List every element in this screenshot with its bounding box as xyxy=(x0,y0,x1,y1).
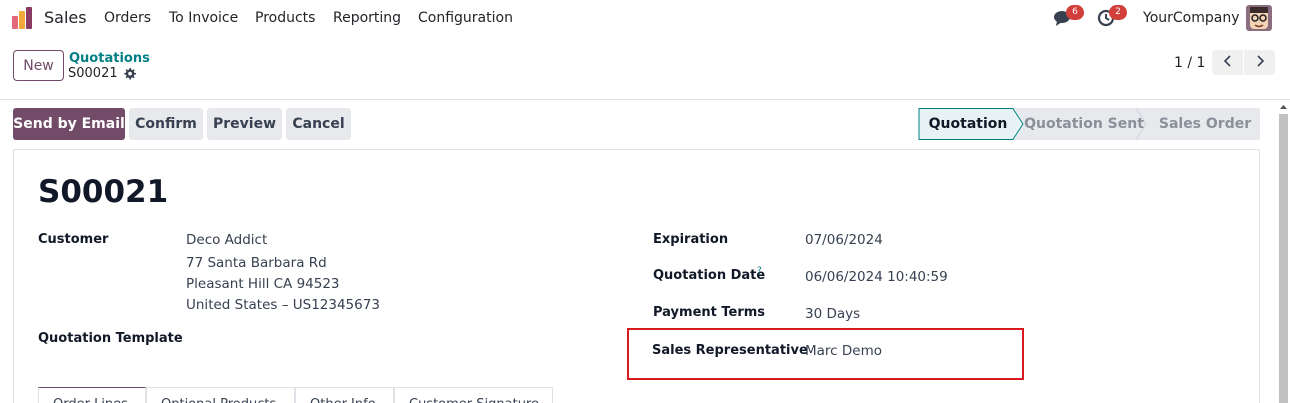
confirm-button[interactable]: Confirm xyxy=(129,108,203,140)
quotation-template-label: Quotation Template xyxy=(38,331,183,346)
document-title: S00021 xyxy=(38,174,169,210)
payment-terms-label: Payment Terms xyxy=(653,305,766,320)
quotation-date-label: Quotation Date xyxy=(653,268,766,283)
customer-label: Customer xyxy=(38,232,109,247)
breadcrumb-current: S00021 xyxy=(68,66,118,81)
customer-city: Pleasant Hill CA 94523 xyxy=(186,276,340,292)
stage-quotation[interactable]: Quotation xyxy=(918,108,1018,140)
tab-order-lines[interactable]: Order Lines xyxy=(38,387,146,403)
top-navbar: Sales Orders To Invoice Products Reporti… xyxy=(0,0,1290,36)
sales-representative-field[interactable]: Marc Demo xyxy=(805,343,882,359)
customer-country: United States – US12345673 xyxy=(186,297,380,313)
stage-quotation-sent[interactable]: Quotation Sent xyxy=(1024,108,1144,140)
sales-representative-label: Sales Representative xyxy=(652,343,808,358)
app-name[interactable]: Sales xyxy=(44,8,87,27)
pager-next-button[interactable] xyxy=(1244,50,1275,75)
customer-name[interactable]: Deco Addict xyxy=(186,232,267,248)
avatar[interactable] xyxy=(1246,5,1272,31)
pager-value[interactable]: 1 / 1 xyxy=(1174,55,1205,71)
activities-count-badge: 2 xyxy=(1109,5,1127,20)
tab-optional-products[interactable]: Optional Products xyxy=(146,387,295,403)
help-tooltip-icon[interactable]: ? xyxy=(757,266,762,276)
send-by-email-button[interactable]: Send by Email xyxy=(13,108,125,140)
preview-button[interactable]: Preview xyxy=(207,108,282,140)
quotation-date-field[interactable]: 06/06/2024 10:40:59 xyxy=(805,269,948,285)
menu-products[interactable]: Products xyxy=(255,10,315,26)
scrollbar-thumb[interactable] xyxy=(1279,114,1288,403)
messages-count-badge: 6 xyxy=(1066,5,1084,20)
control-panel-divider xyxy=(0,99,1290,100)
payment-terms-field[interactable]: 30 Days xyxy=(805,306,860,322)
menu-reporting[interactable]: Reporting xyxy=(333,10,401,26)
chevron-left-icon xyxy=(1223,55,1231,67)
sales-app-icon[interactable] xyxy=(11,7,35,29)
company-switcher[interactable]: YourCompany xyxy=(1143,10,1240,26)
pager-previous-button[interactable] xyxy=(1212,50,1243,75)
customer-street: 77 Santa Barbara Rd xyxy=(186,255,327,271)
new-button[interactable]: New xyxy=(13,50,64,81)
expiration-field[interactable]: 07/06/2024 xyxy=(805,232,883,248)
tab-customer-signature[interactable]: Customer Signature xyxy=(394,387,553,403)
menu-configuration[interactable]: Configuration xyxy=(418,10,513,26)
gear-icon[interactable] xyxy=(123,67,136,80)
stage-sales-order[interactable]: Sales Order xyxy=(1150,108,1260,140)
breadcrumb-quotations[interactable]: Quotations xyxy=(69,51,150,66)
menu-to-invoice[interactable]: To Invoice xyxy=(169,10,238,26)
menu-orders[interactable]: Orders xyxy=(104,10,151,26)
scroll-up-arrow[interactable] xyxy=(1279,102,1288,112)
tab-other-info[interactable]: Other Info xyxy=(295,387,394,403)
expiration-label: Expiration xyxy=(653,232,729,247)
cancel-button[interactable]: Cancel xyxy=(286,108,351,140)
chevron-right-icon xyxy=(1256,55,1264,67)
